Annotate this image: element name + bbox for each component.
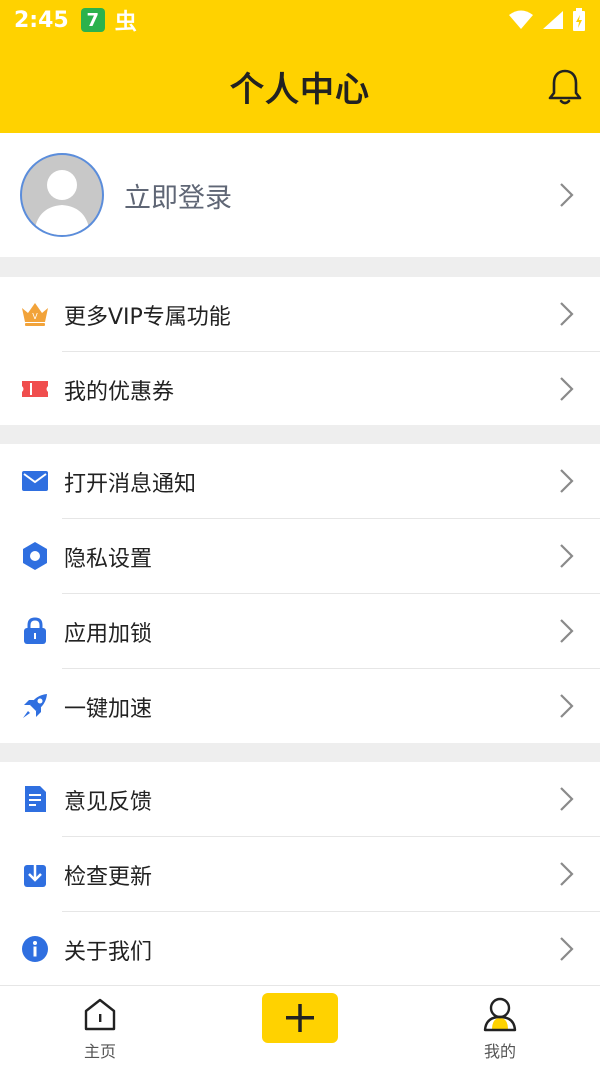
chevron-right-icon [560,694,574,718]
menu-item-label: 隐私设置 [64,546,153,572]
status-bar: 2:45 7 虫 [0,0,600,40]
chevron-right-icon [560,183,574,207]
menu-item-privacy[interactable]: 隐私设置 [0,519,600,594]
menu-item-label: 应用加锁 [64,621,153,647]
section-gap [0,257,600,277]
status-right-icons [508,8,586,32]
rocket-icon [23,694,47,718]
crown-icon: V [22,303,48,326]
menu-item-label: 关于我们 [64,939,153,965]
header: 2:45 7 虫 个人中心 [0,0,600,133]
battery-icon [573,8,585,31]
bottom-nav: 主页 我的 [0,985,600,1066]
nav-home-label: 主页 [83,1042,116,1061]
menu-item-label: 意见反馈 [64,789,153,815]
menu-item-label: 我的优惠券 [64,379,175,405]
chevron-right-icon [560,862,574,886]
section-gap [0,743,600,763]
wifi-icon [509,10,533,29]
feedback-icon [25,786,46,812]
page-title: 个人中心 [230,70,370,110]
chevron-right-icon [560,619,574,643]
section-gap [0,425,600,445]
app-notification-icon: 7 [80,8,105,32]
default-avatar-icon [34,170,90,235]
login-label: 立即登录 [124,182,232,214]
svg-text:V: V [32,312,38,321]
chevron-right-icon [560,377,574,401]
status-time: 2:45 [14,7,69,33]
menu-item-vip[interactable]: V 更多VIP专属功能 [0,277,600,352]
bug-notification-icon: 虫 [114,10,137,35]
signal-icon [543,11,563,29]
user-icon [483,997,517,1032]
menu-item-notifications[interactable]: 打开消息通知 [0,444,600,519]
status-notification-icons: 7 虫 [80,4,137,36]
plus-icon [286,1004,314,1032]
nav-mine[interactable]: 我的 [440,986,560,1066]
bell-icon[interactable] [548,68,582,106]
menu-item-check-update[interactable]: 检查更新 [0,837,600,912]
chevron-right-icon [560,469,574,493]
home-icon [84,998,116,1031]
menu-item-label: 检查更新 [64,864,153,890]
add-button[interactable] [262,993,338,1043]
avatar [20,153,104,237]
menu-item-about[interactable]: 关于我们 [0,912,600,987]
chevron-right-icon [560,787,574,811]
menu-item-speedup[interactable]: 一键加速 [0,669,600,744]
mail-icon [22,471,48,491]
title-bar: 个人中心 [0,40,600,133]
menu-item-label: 打开消息通知 [64,471,197,497]
chevron-right-icon [560,544,574,568]
nav-home[interactable]: 主页 [40,986,160,1066]
info-icon [22,936,48,962]
menu-item-label: 更多VIP专属功能 [64,304,231,330]
gear-icon [23,542,47,570]
menu-item-feedback[interactable]: 意见反馈 [0,762,600,837]
lock-icon [24,617,46,644]
chevron-right-icon [560,937,574,961]
update-icon [24,861,46,887]
chevron-right-icon [560,302,574,326]
menu-item-app-lock[interactable]: 应用加锁 [0,594,600,669]
login-row[interactable]: 立即登录 [0,133,600,257]
menu-item-label: 一键加速 [64,696,153,722]
nav-mine-label: 我的 [483,1042,516,1061]
coupon-icon [22,381,48,397]
menu-item-coupons[interactable]: 我的优惠券 [0,352,600,427]
